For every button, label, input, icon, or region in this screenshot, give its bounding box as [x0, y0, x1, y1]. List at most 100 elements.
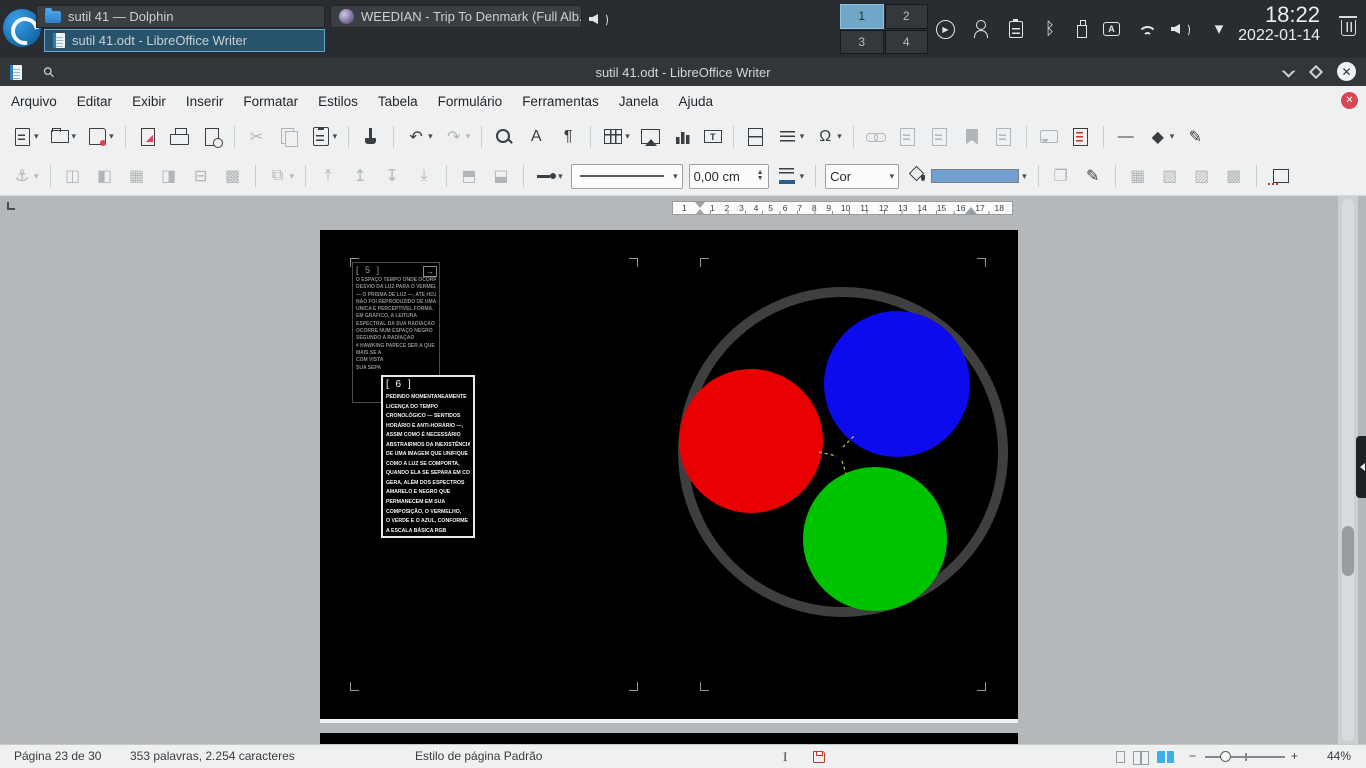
- menu-arquivo[interactable]: Arquivo: [2, 89, 66, 114]
- fill-type-select[interactable]: Cor ▾: [825, 163, 900, 189]
- track-changes-button[interactable]: ▾: [1067, 123, 1095, 151]
- wrap-off-button[interactable]: ◫▾: [59, 162, 87, 190]
- dropdown-arrow-icon[interactable]: ▾: [800, 131, 805, 142]
- export-pdf-button[interactable]: ▾: [134, 123, 162, 151]
- insert-comment-button[interactable]: ▾: [1035, 123, 1063, 151]
- wrap-left-button[interactable]: ◧▾: [91, 162, 119, 190]
- freeform-line-button[interactable]: ✎▾: [1181, 123, 1209, 151]
- single-page-view-icon[interactable]: [1116, 751, 1125, 763]
- menu-editar[interactable]: Editar: [68, 89, 121, 114]
- dropdown-arrow-icon[interactable]: ▾: [837, 131, 842, 142]
- menu-tabela[interactable]: Tabela: [369, 89, 427, 114]
- spinner-arrows-icon[interactable]: ▲ ▼: [757, 169, 764, 182]
- new-document-button[interactable]: ▾: [8, 123, 42, 151]
- edit-points-button[interactable]: ✎▾: [1079, 162, 1107, 190]
- send-to-back-button[interactable]: ⤓▾: [410, 162, 438, 190]
- insert-cross-reference-button[interactable]: ▾: [990, 123, 1018, 151]
- zoom-slider[interactable]: [1205, 751, 1285, 762]
- text-frame-6[interactable]: [ 6 ] PEDINDO MOMENTANEAMENTE LICENÇA DO …: [381, 375, 475, 538]
- zoom-slider-knob[interactable]: [1220, 751, 1231, 762]
- trash-icon[interactable]: [1338, 16, 1357, 36]
- clipboard-icon[interactable]: [1009, 18, 1023, 38]
- insert-textbox-button[interactable]: T▾: [701, 123, 725, 151]
- menu-janela[interactable]: Janela: [610, 89, 668, 114]
- basic-shapes-button[interactable]: ◆ ▾: [1144, 123, 1178, 151]
- anchor-button[interactable]: ⚓ ▾: [8, 162, 42, 190]
- digital-clock[interactable]: 18:22 2022-01-14: [1238, 2, 1320, 45]
- scrollbar-groove[interactable]: [1342, 199, 1354, 741]
- insert-table-button[interactable]: ▾: [599, 123, 633, 151]
- insert-field-button[interactable]: ▾: [774, 123, 808, 151]
- insert-page-break-button[interactable]: ▾: [742, 123, 770, 151]
- dropdown-arrow-icon[interactable]: ▾: [428, 131, 433, 142]
- book-view-icon[interactable]: [1157, 751, 1174, 763]
- fill-color-button[interactable]: ▾: [904, 162, 1030, 190]
- character-dialog-button[interactable]: A▾: [522, 123, 550, 151]
- menu-ferramentas[interactable]: Ferramentas: [513, 89, 608, 114]
- wrap-optimal-button[interactable]: ▩▾: [219, 162, 247, 190]
- line-color-button[interactable]: ▾: [774, 162, 808, 190]
- insert-chart-button[interactable]: ▾: [669, 123, 697, 151]
- undo-button[interactable]: ↶ ▾: [402, 123, 436, 151]
- insert-endnote-button[interactable]: ▾: [926, 123, 954, 151]
- wrap-parallel-button[interactable]: ⊟▾: [187, 162, 215, 190]
- open-button[interactable]: ▾: [46, 123, 80, 151]
- sidebar-toggle-handle[interactable]: [1356, 436, 1366, 498]
- dropdown-arrow-icon[interactable]: ▾: [333, 131, 338, 142]
- cut-button[interactable]: ✂▾: [243, 123, 271, 151]
- back-one-button[interactable]: ↧▾: [378, 162, 406, 190]
- network-wifi-icon[interactable]: [1136, 22, 1154, 36]
- bluetooth-icon[interactable]: ᛒ: [1039, 18, 1061, 40]
- dropdown-arrow-icon[interactable]: ▾: [34, 171, 39, 182]
- virtual-desktop-1[interactable]: 1: [840, 4, 884, 29]
- right-margin-marker[interactable]: [965, 201, 977, 214]
- taskbar-item-writer[interactable]: sutil 41.odt - LibreOffice Writer: [44, 29, 325, 52]
- dropdown-arrow-icon[interactable]: ▾: [109, 131, 114, 142]
- wrap-through-button[interactable]: ▦▾: [123, 162, 151, 190]
- bring-to-front-button[interactable]: ⤒▾: [314, 162, 342, 190]
- rotate-button[interactable]: ❐▾: [1047, 162, 1075, 190]
- print-button[interactable]: ▾: [166, 123, 194, 151]
- insert-special-character-button[interactable]: Ω ▾: [811, 123, 845, 151]
- paste-button[interactable]: ▾: [307, 123, 341, 151]
- enter-group-button[interactable]: ▨▾: [1188, 162, 1216, 190]
- align-objects-button[interactable]: ⧉ ▾: [264, 162, 298, 190]
- close-document-icon[interactable]: ✕: [1341, 92, 1358, 109]
- keyboard-layout-icon[interactable]: A: [1103, 22, 1120, 36]
- insert-footnote-button[interactable]: ▾: [894, 123, 922, 151]
- menu-estilos[interactable]: Estilos: [309, 89, 367, 114]
- menu-formatar[interactable]: Formatar: [234, 89, 307, 114]
- to-background-button[interactable]: ⬓▾: [487, 162, 515, 190]
- dropdown-arrow-icon[interactable]: ▾: [34, 131, 39, 142]
- dropdown-arrow-icon[interactable]: ▾: [72, 131, 77, 142]
- scrollbar-thumb[interactable]: [1342, 526, 1354, 576]
- word-count-status[interactable]: 353 palavras, 2.254 caracteres: [130, 749, 295, 763]
- formatting-marks-button[interactable]: ¶▾: [554, 123, 582, 151]
- virtual-desktop-2[interactable]: 2: [884, 4, 928, 29]
- to-foreground-button[interactable]: ⬒▾: [455, 162, 483, 190]
- print-preview-button[interactable]: ▾: [198, 123, 226, 151]
- page-style-status[interactable]: Estilo de página Padrão: [415, 749, 542, 763]
- zoom-in-icon[interactable]: +: [1291, 749, 1298, 763]
- line-style-button[interactable]: ▾: [532, 162, 566, 190]
- maximize-icon[interactable]: [1308, 64, 1324, 79]
- virtual-desktop-3[interactable]: 3: [840, 29, 884, 54]
- taskbar-item-media[interactable]: WEEDIAN - Trip To Denmark (Full Alb...: [330, 5, 582, 28]
- exit-group-button[interactable]: ▩▾: [1220, 162, 1248, 190]
- volume-icon[interactable]: [1170, 18, 1192, 40]
- dropdown-arrow-icon[interactable]: ▾: [558, 171, 563, 182]
- horizontal-line-button[interactable]: —▾: [1112, 123, 1140, 151]
- copy-button[interactable]: ▾: [275, 123, 303, 151]
- removable-device-icon[interactable]: [1077, 19, 1087, 38]
- menu-exibir[interactable]: Exibir: [123, 89, 175, 114]
- multi-page-view-icon[interactable]: [1133, 751, 1149, 765]
- taskbar-item-dolphin[interactable]: sutil 41 — Dolphin: [36, 5, 325, 28]
- user-switch-icon[interactable]: [971, 18, 993, 40]
- dropdown-arrow-icon[interactable]: ▾: [1170, 131, 1175, 142]
- zoom-level[interactable]: 44%: [1327, 749, 1351, 763]
- close-icon[interactable]: ✕: [1337, 62, 1356, 81]
- frame-properties-button[interactable]: ▾: [1265, 162, 1293, 190]
- menu-ajuda[interactable]: Ajuda: [670, 89, 723, 114]
- indent-marker[interactable]: [695, 202, 706, 215]
- media-player-icon[interactable]: ▶: [936, 19, 955, 39]
